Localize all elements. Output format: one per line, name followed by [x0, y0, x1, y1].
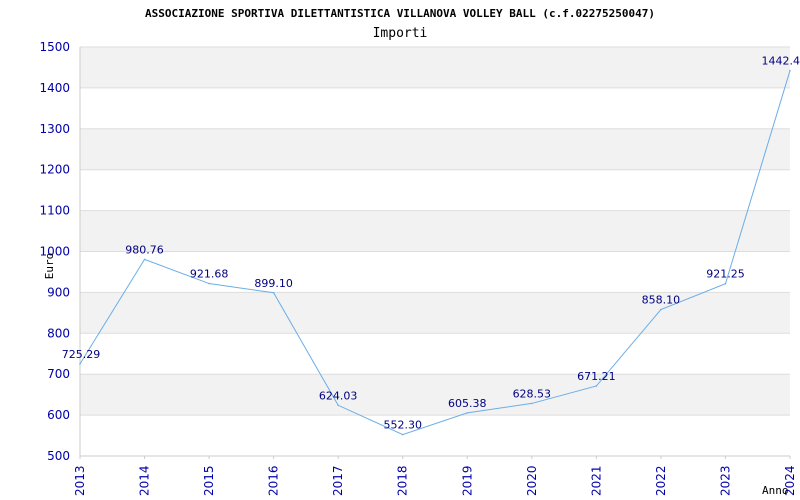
grid-band	[80, 292, 790, 334]
x-axis-ticks: 2013 2014 2015 2016 2017 2018 2019 2020 2021 2022…	[73, 465, 797, 496]
y-tick-label: 1500	[39, 40, 70, 54]
x-tick-label: 2020	[525, 465, 539, 496]
y-axis-label: Euro	[43, 253, 56, 280]
x-tick-label: 2023	[718, 465, 732, 496]
x-axis-label: Anno	[762, 484, 789, 497]
data-label: 552.30	[383, 419, 422, 432]
data-label: 1442.4	[762, 55, 800, 68]
x-tick-label: 2014	[138, 465, 152, 496]
x-tick-label: 2015	[202, 465, 216, 496]
data-point	[208, 282, 210, 285]
y-tick-label: 1200	[39, 163, 70, 177]
data-point	[466, 412, 469, 414]
x-tick-label: 2022	[654, 465, 668, 496]
data-point	[789, 69, 791, 72]
x-tick-label: 2021	[589, 465, 603, 496]
data-label: 921.68	[190, 268, 229, 281]
x-tick-label: 2019	[460, 465, 474, 496]
data-point	[724, 282, 727, 285]
data-label: 725.29	[62, 348, 101, 361]
grid-band	[80, 47, 790, 88]
data-label: 921.25	[706, 268, 745, 281]
data-point	[595, 385, 598, 387]
line-chart: ASSOCIAZIONE SPORTIVA DILETTANTISTICA VI…	[39, 7, 800, 497]
grid-band	[80, 210, 790, 252]
y-tick-label: 700	[47, 367, 70, 381]
data-label: 899.10	[254, 277, 293, 290]
y-tick-label: 1100	[39, 204, 70, 218]
data-point	[401, 433, 404, 436]
grid-band	[80, 128, 790, 170]
y-tick-label: 900	[47, 285, 70, 299]
grid-band	[80, 374, 790, 416]
y-tick-label: 1300	[39, 122, 70, 136]
data-label: 605.38	[448, 397, 487, 410]
data-point	[660, 308, 662, 311]
data-point	[337, 404, 339, 407]
chart-title: ASSOCIAZIONE SPORTIVA DILETTANTISTICA VI…	[145, 7, 655, 20]
data-point	[272, 291, 275, 294]
data-label: 671.21	[577, 370, 616, 383]
data-label: 980.76	[125, 243, 164, 256]
data-label: 628.53	[513, 387, 552, 400]
x-tick-label: 2018	[396, 465, 410, 496]
data-point	[143, 258, 146, 261]
data-point	[79, 363, 81, 365]
chart-subtitle: Importi	[373, 26, 428, 41]
x-tick-label: 2016	[267, 465, 281, 496]
y-tick-label: 600	[47, 408, 70, 422]
data-point	[531, 402, 533, 405]
y-tick-label: 1400	[39, 81, 70, 95]
x-tick-label: 2017	[331, 465, 345, 496]
x-tick-label: 2013	[73, 465, 87, 496]
y-tick-label: 500	[47, 449, 70, 463]
data-label: 624.03	[319, 389, 358, 402]
data-label: 858.10	[642, 294, 681, 307]
y-tick-label: 800	[47, 326, 70, 340]
y-axis-ticks: 500600700800900100011001200130014001500	[39, 40, 70, 463]
